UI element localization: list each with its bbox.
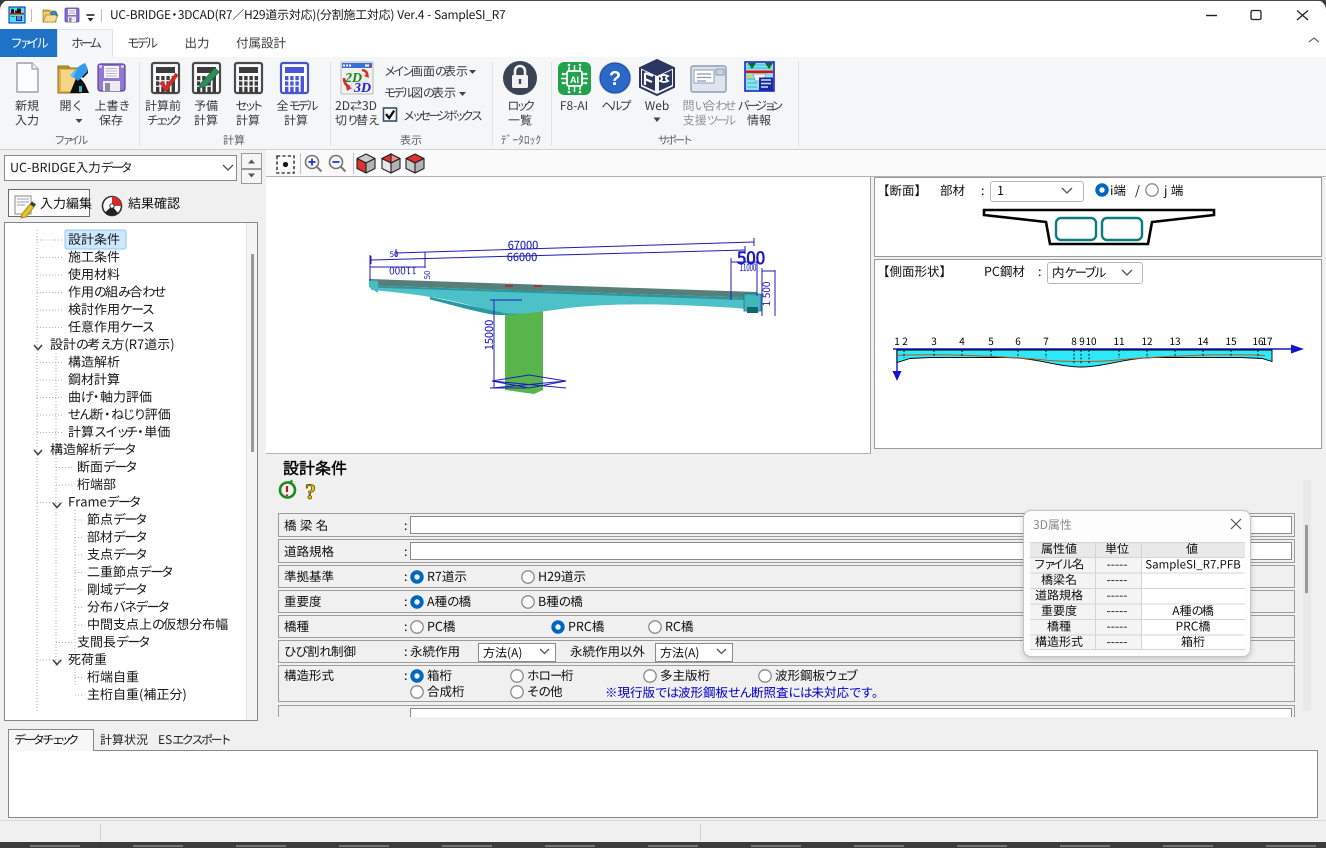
svg-text:?: ? [609, 68, 621, 90]
svg-text:AI: AI [570, 75, 579, 85]
svg-text:?: ? [305, 479, 316, 504]
svg-text:3D: 3D [353, 81, 371, 96]
